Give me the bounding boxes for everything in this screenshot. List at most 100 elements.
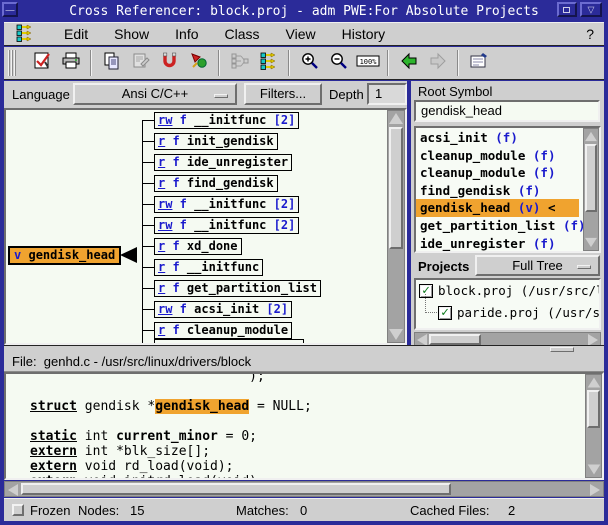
toolbar-grip[interactable] — [8, 50, 17, 76]
root-symbol-field[interactable]: gendisk_head — [414, 100, 600, 122]
project-name: paride.proj (/usr/src — [457, 302, 601, 324]
depth-field[interactable]: 1 — [367, 83, 407, 105]
project-checkbox[interactable]: ✓ — [438, 306, 452, 320]
tree-node-ide-unregister[interactable]: r f ide_unregister — [154, 154, 292, 171]
scroll-up-icon[interactable] — [588, 378, 601, 388]
nodes-label: Nodes: — [78, 503, 119, 518]
graph-vertical-scrollbar[interactable] — [387, 110, 405, 343]
symbol-item-cleanup-module[interactable]: cleanup_module (f) — [416, 164, 583, 182]
scroll-right-icon[interactable] — [590, 484, 600, 496]
chevron-down-icon: ▽ — [588, 5, 595, 14]
maximize-button[interactable] — [557, 2, 577, 17]
graph-vscroll-thumb[interactable] — [389, 127, 403, 249]
graph-menu-button[interactable] — [13, 24, 37, 44]
filters-button[interactable]: Filters... — [244, 83, 322, 105]
app-window: Cross Referencer: block.proj - adm PWE:F… — [0, 0, 608, 525]
tree-node-get-partition-list[interactable]: r f get_partition_list — [154, 280, 321, 297]
graph-edge-line — [142, 246, 154, 247]
scroll-down-icon[interactable] — [389, 329, 403, 340]
menu-item-history[interactable]: History — [342, 26, 386, 42]
toolbar: 100% — [4, 47, 604, 80]
symbol-item-get-partition-list[interactable]: get_partition_list (f) — [416, 217, 583, 235]
symbol-item-cleanup-module[interactable]: cleanup_module (f) — [416, 147, 583, 165]
magnet-button[interactable] — [156, 50, 183, 77]
graph-edge-line — [142, 204, 154, 205]
matches-value: 0 — [300, 503, 307, 518]
tree-node---initfunc[interactable]: r f __initfunc — [154, 259, 263, 276]
zoom-100-icon: 100% — [356, 51, 380, 76]
code-vertical-scrollbar[interactable] — [585, 374, 602, 478]
tree-node-xd-done[interactable]: r f xd_done — [154, 238, 242, 255]
language-dropdown[interactable]: Ansi C/C++ — [73, 83, 237, 105]
code-horizontal-scrollbar[interactable] — [4, 481, 604, 497]
graph-tree-button[interactable] — [255, 50, 282, 77]
symbol-item-gendisk-head[interactable]: gendisk_head (v) < — [416, 199, 579, 217]
scroll-up-icon[interactable] — [389, 113, 403, 124]
menu-item-info[interactable]: Info — [175, 26, 198, 42]
tree-node---initfunc[interactable]: rw f __initfunc [2] — [154, 112, 299, 129]
check-note-button[interactable] — [28, 50, 55, 77]
symbol-list: acsi_init (f)cleanup_module (f)cleanup_m… — [414, 126, 601, 253]
code-line: extern int *blk_size[]; — [30, 444, 582, 459]
symbol-item-ide-unregister[interactable]: ide_unregister (f) — [416, 235, 583, 253]
maximize-icon — [563, 7, 570, 13]
symbol-list-scrollbar[interactable] — [583, 128, 599, 251]
project-item-paride-proj[interactable]: ✓ paride.proj (/usr/src — [416, 302, 599, 324]
scroll-left-icon[interactable] — [8, 484, 18, 496]
symbol-item-find-gendisk[interactable]: find_gendisk (f) — [416, 182, 583, 200]
properties-button[interactable] — [465, 50, 492, 77]
window-title: Cross Referencer: block.proj - adm PWE:F… — [69, 4, 539, 19]
titlebar[interactable]: Cross Referencer: block.proj - adm PWE:F… — [4, 2, 604, 21]
code-hscroll-thumb[interactable] — [21, 483, 451, 495]
controls-bar: Language Ansi C/C++ Filters... Depth 1 — [4, 81, 407, 108]
code-line: extern void rd_load(void); — [30, 459, 582, 474]
tree-node---initfunc[interactable]: rw f __initfunc [2] — [154, 196, 299, 213]
scroll-down-icon[interactable] — [588, 465, 601, 475]
code-vscroll-thumb[interactable] — [587, 390, 600, 428]
menu-item-class[interactable]: Class — [225, 26, 260, 42]
symbol-item-acsi-init[interactable]: acsi_init (f) — [416, 129, 583, 147]
zoom-in-button[interactable] — [296, 50, 323, 77]
window-shade-button[interactable]: ▽ — [580, 2, 602, 17]
projects-hscroll-thumb[interactable] — [429, 334, 481, 345]
forward-button — [424, 50, 451, 77]
code-lines: ); struct gendisk *gendisk_head = NULL; … — [30, 372, 582, 480]
scroll-up-icon[interactable] — [585, 132, 597, 141]
graph-tree-icon — [15, 23, 35, 46]
menu-item-view[interactable]: View — [286, 26, 316, 42]
tree-node-init-gendisk[interactable]: r f init_gendisk — [154, 133, 278, 150]
file-header: File: genhd.c - /usr/src/linux/drivers/b… — [4, 352, 604, 372]
graph-root-node[interactable]: v gendisk_head — [8, 246, 121, 265]
highlighted-symbol: gendisk_head — [155, 399, 249, 414]
zoom-out-button[interactable] — [325, 50, 352, 77]
frozen-checkbox[interactable] — [12, 504, 24, 516]
source-code-view[interactable]: ); struct gendisk *gendisk_head = NULL; … — [4, 372, 604, 480]
cross-reference-graph[interactable]: rw f __initfunc [2] r f init_gendiskr f i… — [4, 108, 407, 345]
zoom-100-button[interactable]: 100% — [354, 50, 381, 77]
window-menu-button[interactable]: — — [2, 2, 18, 17]
printer-button[interactable] — [57, 50, 84, 77]
project-item-block-proj[interactable]: ✓block.proj (/usr/src/lin — [416, 280, 599, 302]
tree-node-acsi-init[interactable]: rw f acsi_init [2] — [154, 301, 292, 318]
copy-button[interactable] — [98, 50, 125, 77]
back-button[interactable] — [395, 50, 422, 77]
paint-button[interactable] — [185, 50, 212, 77]
menubar: Edit Show Info Class View History ? — [4, 22, 604, 46]
toolbar-separator — [90, 50, 92, 76]
minimize-icon: — — [6, 5, 15, 14]
code-line: ); — [30, 372, 582, 384]
graph-flat-button — [226, 50, 253, 77]
projects-view-dropdown[interactable]: Full Tree — [475, 255, 600, 276]
tree-node---initfunc[interactable]: rw f __initfunc [2] — [154, 217, 299, 234]
help-menu[interactable]: ? — [586, 26, 594, 42]
graph-edge-line — [142, 162, 154, 163]
symbol-scroll-thumb[interactable] — [585, 144, 597, 212]
tree-node-find-gendisk[interactable]: r f find_gendisk — [154, 175, 278, 192]
menu-item-show[interactable]: Show — [114, 26, 149, 42]
tree-node-partial[interactable] — [154, 339, 304, 343]
menu-item-edit[interactable]: Edit — [64, 26, 88, 42]
check-note-icon — [32, 51, 52, 76]
scroll-down-icon[interactable] — [585, 238, 597, 247]
tree-node-cleanup-module[interactable]: r f cleanup_module — [154, 322, 292, 339]
graph-edge-line — [142, 288, 154, 289]
